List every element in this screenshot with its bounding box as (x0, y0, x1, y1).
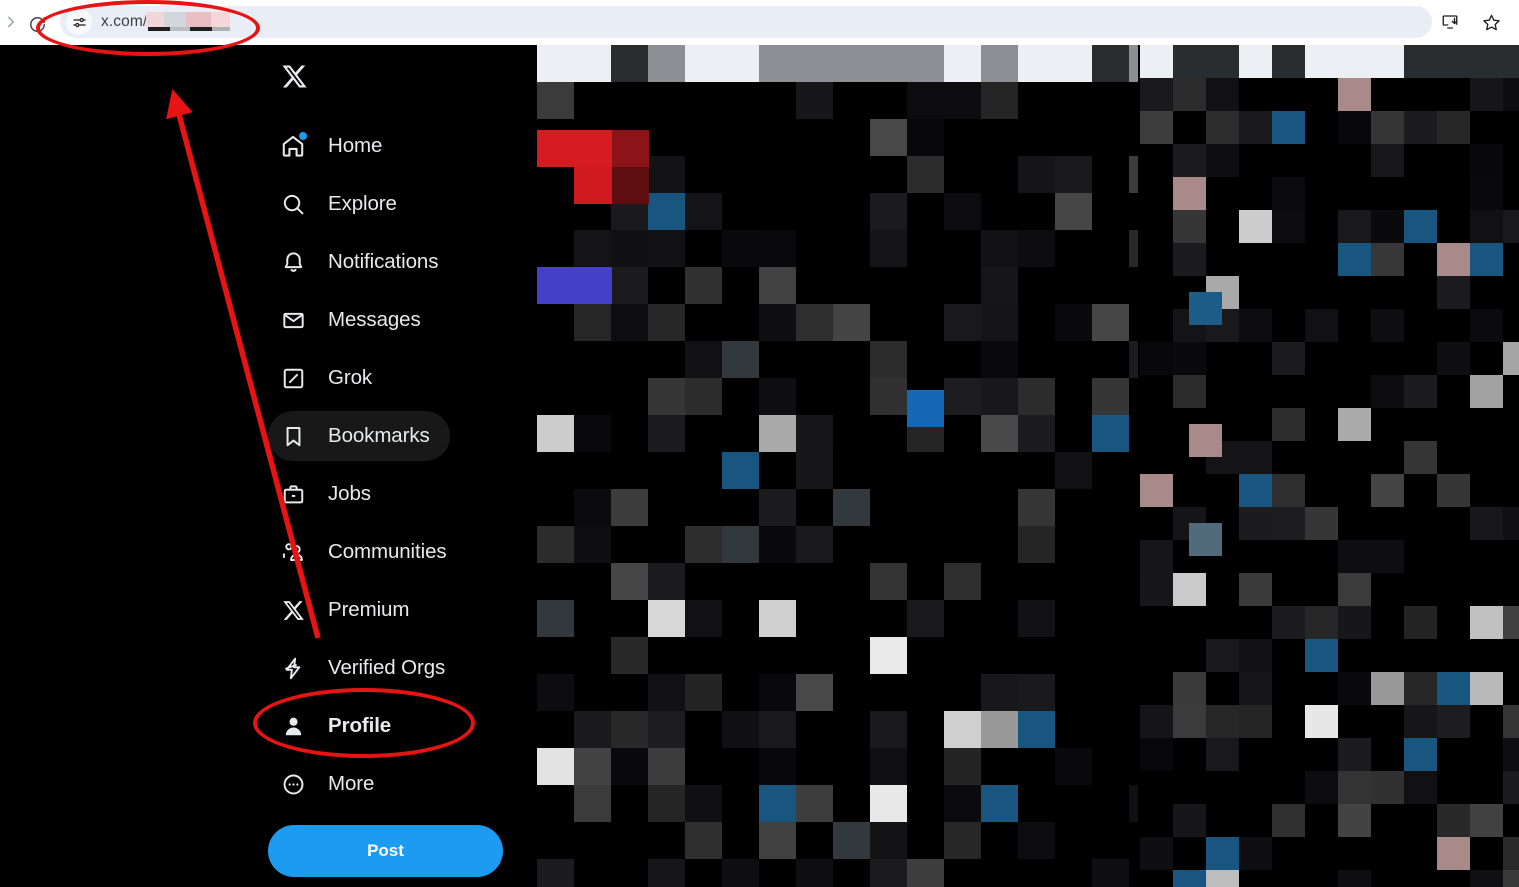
sidebar-item-label: Jobs (328, 482, 371, 505)
sidebar-item-label: Home (328, 134, 383, 157)
forward-chevron-icon[interactable] (0, 11, 22, 33)
x-app: Home Explore Notifications Messages Grok… (0, 45, 1519, 887)
sidebar-item-premium[interactable]: Premium (268, 585, 429, 635)
site-settings-sliders-icon[interactable] (66, 9, 92, 35)
sidebar-item-label: Verified Orgs (328, 656, 446, 679)
sidebar-item-label: Communities (328, 540, 447, 563)
primary-sidebar: Home Explore Notifications Messages Grok… (0, 45, 537, 887)
sidebar-item-label: Premium (328, 598, 410, 621)
x-logo[interactable] (276, 58, 312, 94)
search-icon (278, 189, 308, 219)
sidebar-item-label: More (328, 772, 375, 795)
url-text: x.com/ (101, 13, 148, 30)
sidebar-item-profile[interactable]: Profile (268, 701, 411, 751)
more-circle-icon (278, 769, 308, 799)
post-button[interactable]: Post (268, 825, 503, 877)
x-logo-icon (278, 595, 308, 625)
browser-toolbar: x.com/ (0, 0, 1519, 45)
sidebar-item-label: Notifications (328, 250, 439, 273)
person-icon (278, 711, 308, 741)
sidebar-nav-list: Home Explore Notifications Messages Grok… (268, 121, 528, 817)
reload-icon[interactable] (24, 11, 50, 37)
bookmark-star-icon[interactable] (1479, 10, 1503, 34)
right-sidebar-column-censored[interactable] (1140, 45, 1519, 887)
sidebar-item-grok[interactable]: Grok (268, 353, 392, 403)
bookmark-icon (278, 421, 308, 451)
address-bar[interactable]: x.com/ (60, 6, 1432, 38)
sidebar-item-notifications[interactable]: Notifications (268, 237, 458, 287)
install-app-icon[interactable] (1438, 10, 1462, 34)
sidebar-item-label: Messages (328, 308, 421, 331)
sidebar-item-more[interactable]: More (268, 759, 394, 809)
grok-icon (278, 363, 308, 393)
url-redacted-path (146, 11, 231, 33)
sidebar-item-label: Profile (328, 714, 392, 737)
sidebar-item-messages[interactable]: Messages (268, 295, 441, 345)
sidebar-item-verified-orgs[interactable]: Verified Orgs (268, 643, 465, 693)
sidebar-item-home[interactable]: Home (268, 121, 402, 171)
sidebar-item-label: Explore (328, 192, 397, 215)
bell-icon (278, 247, 308, 277)
browser-action-icons (1438, 10, 1503, 34)
sidebar-item-bookmarks[interactable]: Bookmarks (268, 411, 450, 461)
lightning-icon (278, 653, 308, 683)
sidebar-item-label: Bookmarks (328, 424, 430, 447)
home-icon (278, 131, 308, 161)
envelope-icon (278, 305, 308, 335)
sidebar-item-label: Grok (328, 366, 373, 389)
communities-icon (278, 537, 308, 567)
home-notification-dot (299, 132, 307, 140)
screenshot-root: x.com/ Home Explore Notifications Messag… (0, 0, 1519, 887)
briefcase-icon (278, 479, 308, 509)
sidebar-item-communities[interactable]: Communities (268, 527, 467, 577)
timeline-column-censored[interactable] (537, 45, 1138, 887)
sidebar-item-explore[interactable]: Explore (268, 179, 417, 229)
url-display[interactable]: x.com/ (101, 6, 231, 38)
sidebar-item-jobs[interactable]: Jobs (268, 469, 391, 519)
